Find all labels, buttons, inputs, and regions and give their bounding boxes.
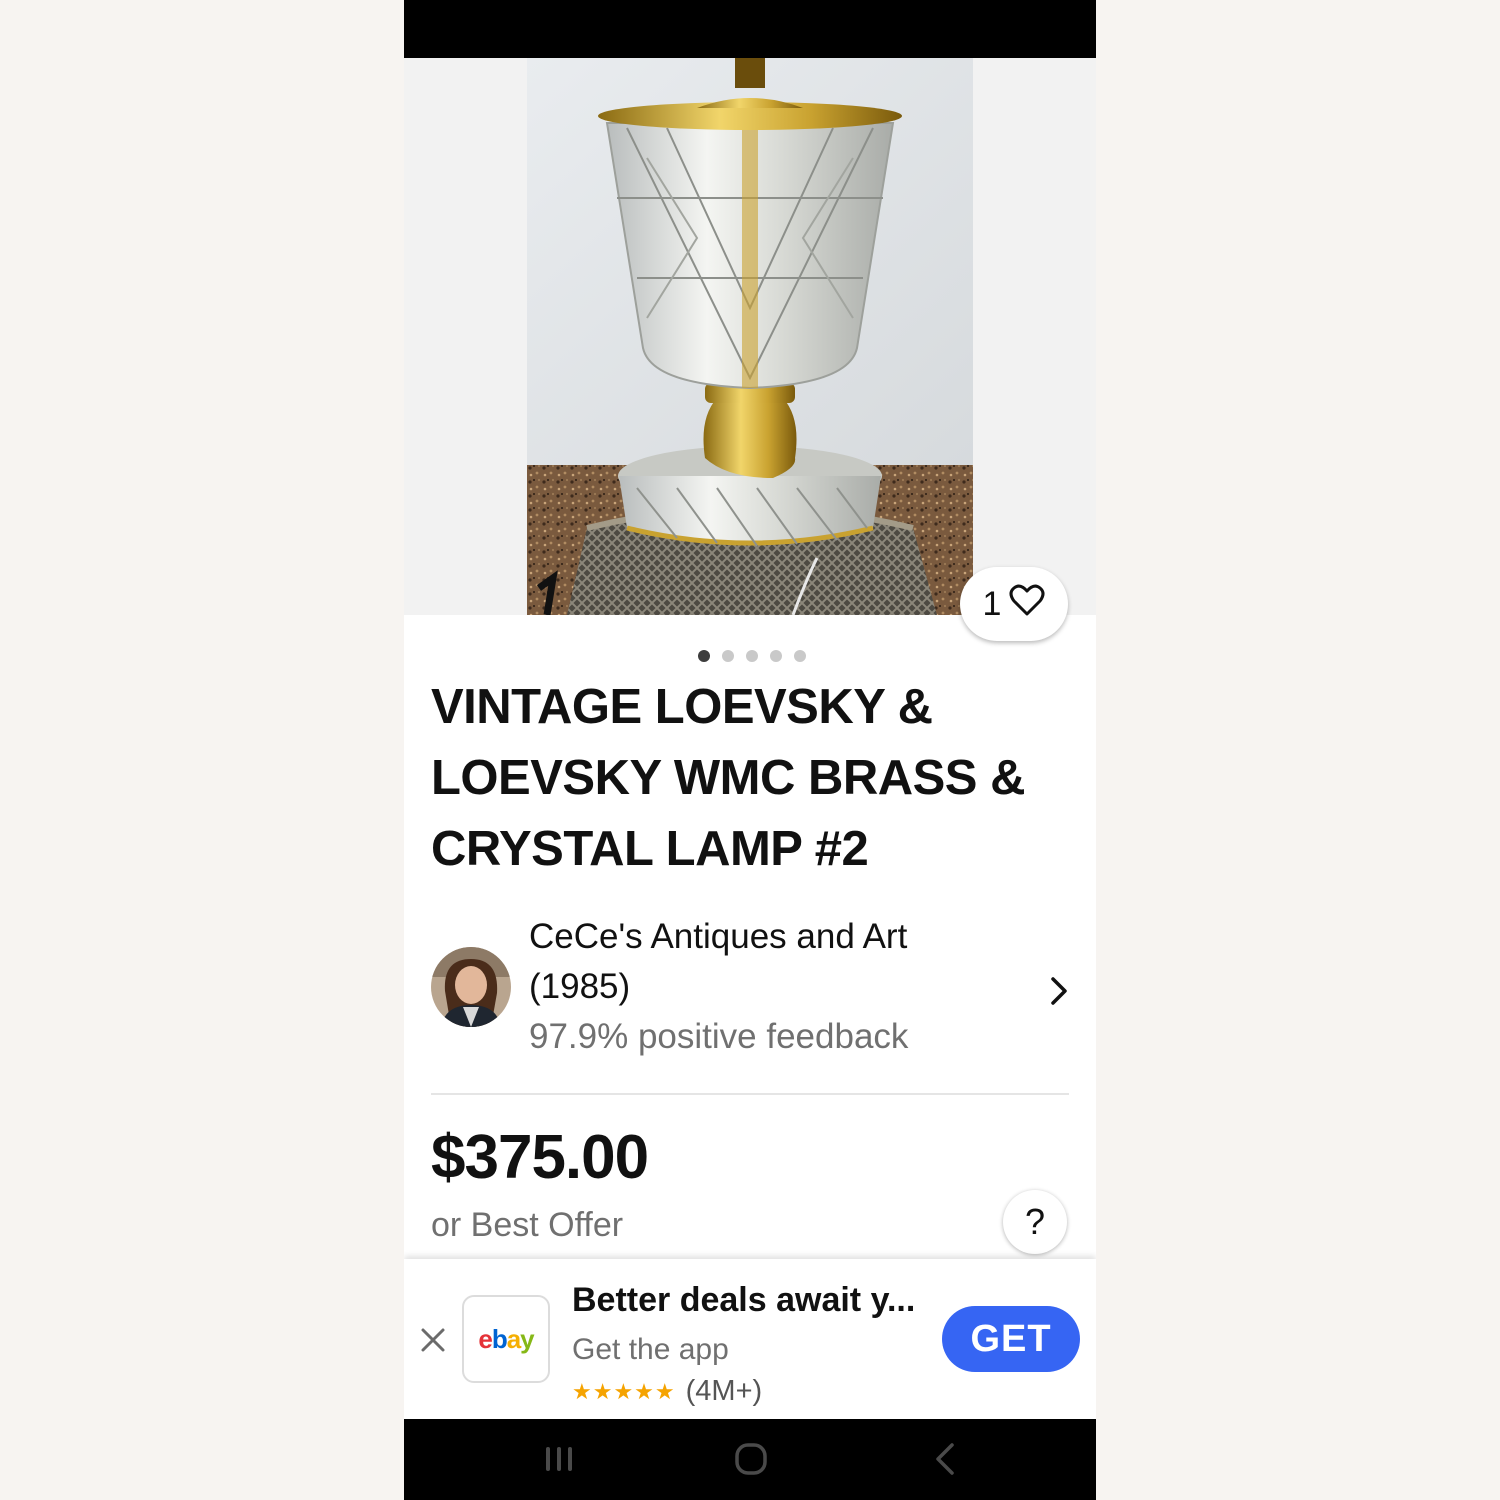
logo-letter: e [478,1323,493,1354]
pagination-dot[interactable] [698,650,710,662]
close-icon[interactable] [420,1327,446,1353]
image-pagination-dots [698,650,806,662]
logo-letter: y [520,1323,535,1354]
seller-name: CeCe's Antiques and Art [529,917,908,956]
pagination-dot[interactable] [746,650,758,662]
ebay-logo: ebay [462,1295,550,1383]
divider [431,1093,1069,1095]
seller-info: CeCe's Antiques and Art (1985) 97.9% pos… [529,912,1009,1062]
pagination-dot[interactable] [770,650,782,662]
image-gallery[interactable] [404,58,1096,615]
pagination-dot[interactable] [794,650,806,662]
watch-count-button[interactable]: 1 [960,567,1068,641]
seller-feedback: 97.9% positive feedback [529,1017,909,1056]
help-label: ? [1024,1201,1046,1242]
home-icon[interactable] [733,1441,769,1477]
app-install-banner: ebay Better deals await y... Get the app… [404,1259,1096,1419]
logo-letter: b [491,1323,508,1354]
status-bar [404,0,1096,58]
price: $375.00 [431,1123,649,1192]
app-rating: ★★★★★ (4M+) [572,1375,762,1408]
seller-score: (1985) [529,967,631,1006]
phone-screen: 1 VINTAGE LOEVSKY & LOEVSKY WMC BRASS & … [404,0,1096,1500]
star-rating: ★★★★★ [572,1378,676,1404]
listing-photo[interactable] [527,58,973,615]
heart-icon [1009,583,1045,626]
best-offer-label: or Best Offer [431,1206,624,1244]
recent-apps-icon[interactable] [542,1441,576,1477]
help-button[interactable]: ? [1003,1190,1067,1254]
back-icon[interactable] [932,1441,960,1477]
seller-avatar [431,947,511,1027]
listing-title: VINTAGE LOEVSKY & LOEVSKY WMC BRASS & CR… [431,680,1025,876]
logo-letter: a [506,1323,522,1354]
banner-subtitle: Get the app [572,1333,729,1366]
watch-count: 1 [982,584,1002,623]
get-app-button[interactable]: GET [942,1306,1080,1372]
seller-card[interactable]: CeCe's Antiques and Art (1985) 97.9% pos… [431,912,1071,1072]
rating-count: (4M+) [685,1375,763,1407]
android-nav-bar [404,1419,1096,1500]
banner-headline: Better deals await y... [572,1281,916,1319]
lamp-photo-illustration [527,58,973,615]
pagination-dot[interactable] [722,650,734,662]
chevron-right-icon[interactable] [1047,976,1071,1006]
